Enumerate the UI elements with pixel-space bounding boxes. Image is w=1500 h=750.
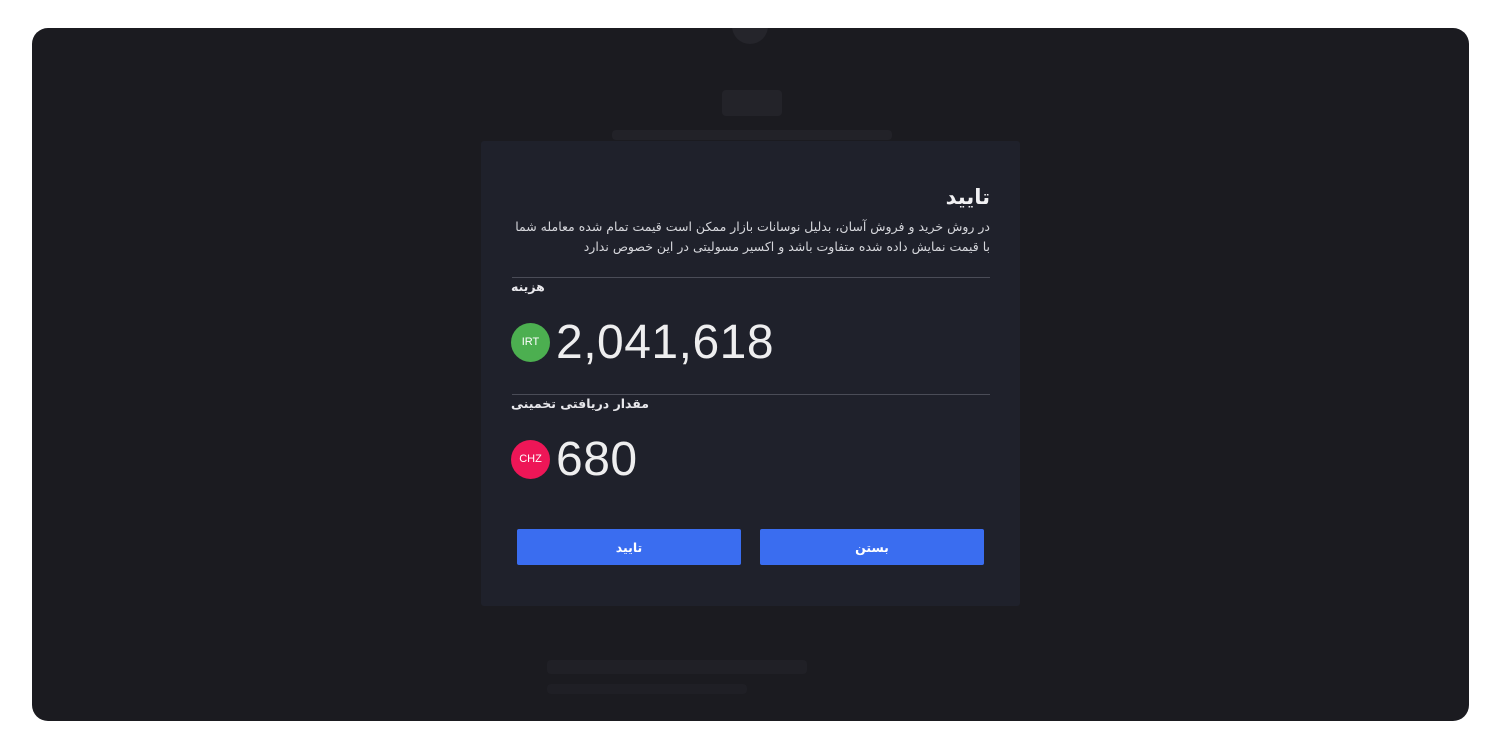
irt-currency-icon: IRT — [511, 322, 550, 362]
divider — [512, 394, 990, 395]
receive-label: مقدار دریافتی تخمینی — [511, 396, 650, 411]
confirm-dialog: تایید در روش خرید و فروش آسان، بدلیل نوس… — [481, 141, 1020, 606]
cost-amount-row: IRT 2,041,618 — [511, 316, 774, 369]
dialog-description: در روش خرید و فروش آسان، بدلیل نوسانات ب… — [515, 219, 990, 254]
divider — [512, 277, 990, 278]
background-footer — [547, 660, 807, 674]
cost-amount: 2,041,618 — [556, 315, 775, 369]
receive-amount-row: CHZ 680 — [511, 433, 638, 486]
background-footer-line — [547, 684, 747, 694]
app-frame: تایید در روش خرید و فروش آسان، بدلیل نوس… — [32, 28, 1469, 721]
background-title — [722, 90, 782, 116]
receive-amount: 680 — [556, 432, 638, 486]
close-button[interactable]: بستن — [760, 529, 984, 565]
confirm-button[interactable]: تایید — [517, 529, 741, 565]
background-subtitle — [612, 130, 892, 140]
cost-label: هزینه — [511, 279, 545, 294]
dialog-title: تایید — [945, 185, 990, 209]
chz-currency-icon: CHZ — [511, 439, 550, 479]
background-logo-icon — [732, 28, 768, 44]
